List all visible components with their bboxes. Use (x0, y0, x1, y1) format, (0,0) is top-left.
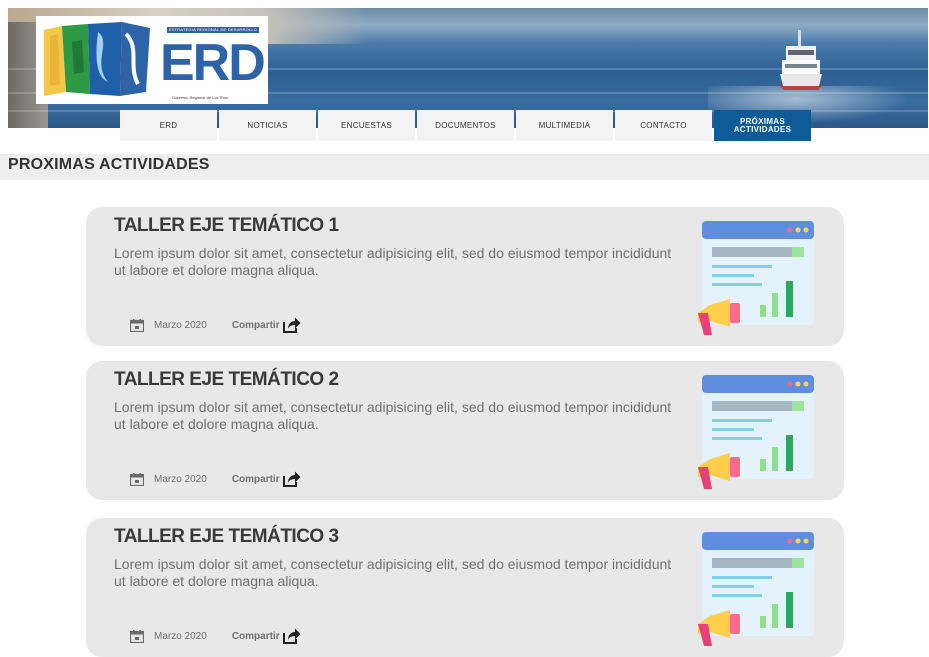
activity-date: Marzo 2020 (154, 319, 207, 331)
nav-tab-encuestas[interactable]: ENCUESTAS (318, 110, 415, 141)
activity-description: Lorem ipsum dolor sit amet, consectetur … (114, 556, 672, 589)
nav-tab-contacto[interactable]: CONTACTO (615, 110, 712, 141)
marketing-dashboard-illustration (698, 375, 814, 489)
activity-meta: Marzo 2020 Compartir (130, 317, 301, 333)
activity-card[interactable]: TALLER EJE TEMÁTICO 1 Lorem ipsum dolor … (86, 207, 844, 346)
activity-card[interactable]: TALLER EJE TEMÁTICO 2 Lorem ipsum dolor … (86, 361, 844, 500)
banner-boat (780, 30, 822, 90)
share-icon[interactable] (282, 628, 301, 644)
activity-meta: Marzo 2020 Compartir (130, 471, 301, 487)
activity-description: Lorem ipsum dolor sit amet, consectetur … (114, 245, 672, 278)
calendar-icon (130, 629, 144, 643)
activity-title[interactable]: TALLER EJE TEMÁTICO 1 (114, 215, 339, 237)
activity-description: Lorem ipsum dolor sit amet, consectetur … (114, 399, 672, 432)
share-link[interactable]: Compartir (232, 474, 280, 485)
marketing-dashboard-illustration (698, 532, 814, 646)
erd-logo[interactable]: ESTRATEGIA REGIONAL DE DESARROLLO ERD Go… (36, 16, 268, 104)
main-nav: ERD NOTICIAS ENCUESTAS DOCUMENTOS MULTIM… (120, 110, 813, 141)
nav-tab-multimedia[interactable]: MULTIMEDIA (516, 110, 613, 141)
share-icon[interactable] (282, 471, 301, 487)
nav-tab-documentos[interactable]: DOCUMENTOS (417, 110, 514, 141)
calendar-icon (130, 318, 144, 332)
share-icon[interactable] (282, 317, 301, 333)
nav-tab-erd[interactable]: ERD (120, 110, 217, 141)
share-link[interactable]: Compartir (232, 320, 280, 331)
activity-title[interactable]: TALLER EJE TEMÁTICO 3 (114, 526, 339, 548)
activity-card[interactable]: TALLER EJE TEMÁTICO 3 Lorem ipsum dolor … (86, 518, 844, 657)
share-link[interactable]: Compartir (232, 631, 280, 642)
activity-title[interactable]: TALLER EJE TEMÁTICO 2 (114, 369, 339, 391)
activity-meta: Marzo 2020 Compartir (130, 628, 301, 644)
logo-subtitle: Gobierno Regional de Los Ríos (172, 95, 228, 100)
nav-tab-noticias[interactable]: NOTICIAS (219, 110, 316, 141)
region-emblem-icon (42, 22, 150, 100)
nav-tab-proximas-actividades[interactable]: PRÓXIMAS ACTIVIDADES (714, 110, 811, 141)
activity-date: Marzo 2020 (154, 630, 207, 642)
marketing-dashboard-illustration (698, 221, 814, 335)
activity-date: Marzo 2020 (154, 473, 207, 485)
calendar-icon (130, 472, 144, 486)
page-title: PROXIMAS ACTIVIDADES (8, 156, 210, 173)
logo-text: ERD (160, 34, 266, 92)
